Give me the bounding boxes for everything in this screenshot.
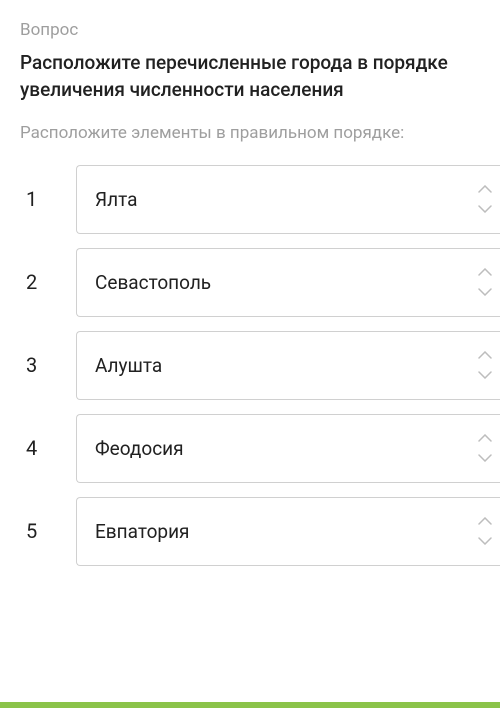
item-card[interactable]: Феодосия bbox=[76, 414, 500, 483]
reorder-controls bbox=[478, 184, 492, 214]
list-item[interactable]: 1 Ялта bbox=[20, 165, 500, 234]
move-down-icon[interactable] bbox=[478, 204, 492, 214]
item-label: Алушта bbox=[95, 354, 162, 377]
move-up-icon[interactable] bbox=[478, 433, 492, 443]
question-text: Расположите перечисленные города в поряд… bbox=[20, 50, 500, 103]
move-down-icon[interactable] bbox=[478, 287, 492, 297]
move-down-icon[interactable] bbox=[478, 453, 492, 463]
item-label: Евпатория bbox=[95, 520, 189, 543]
reorder-controls bbox=[478, 516, 492, 546]
item-number: 3 bbox=[20, 331, 76, 400]
item-card[interactable]: Алушта bbox=[76, 331, 500, 400]
question-label: Вопрос bbox=[20, 20, 500, 40]
reorder-controls bbox=[478, 350, 492, 380]
item-label: Ялта bbox=[95, 188, 137, 211]
item-number: 2 bbox=[20, 248, 76, 317]
item-card[interactable]: Ялта bbox=[76, 165, 500, 234]
progress-bar bbox=[0, 702, 500, 708]
item-label: Феодосия bbox=[95, 437, 184, 460]
instruction-text: Расположите элементы в правильном порядк… bbox=[20, 121, 500, 147]
move-up-icon[interactable] bbox=[478, 350, 492, 360]
item-label: Севастополь bbox=[95, 271, 211, 294]
list-item[interactable]: 3 Алушта bbox=[20, 331, 500, 400]
item-number: 1 bbox=[20, 165, 76, 234]
reorder-controls bbox=[478, 267, 492, 297]
reorder-controls bbox=[478, 433, 492, 463]
item-card[interactable]: Евпатория bbox=[76, 497, 500, 566]
list-item[interactable]: 2 Севастополь bbox=[20, 248, 500, 317]
move-up-icon[interactable] bbox=[478, 267, 492, 277]
move-up-icon[interactable] bbox=[478, 184, 492, 194]
item-number: 5 bbox=[20, 497, 76, 566]
item-number: 4 bbox=[20, 414, 76, 483]
sortable-list: 1 Ялта 2 Севастополь bbox=[20, 165, 500, 566]
list-item[interactable]: 4 Феодосия bbox=[20, 414, 500, 483]
move-down-icon[interactable] bbox=[478, 536, 492, 546]
move-down-icon[interactable] bbox=[478, 370, 492, 380]
item-card[interactable]: Севастополь bbox=[76, 248, 500, 317]
move-up-icon[interactable] bbox=[478, 516, 492, 526]
list-item[interactable]: 5 Евпатория bbox=[20, 497, 500, 566]
